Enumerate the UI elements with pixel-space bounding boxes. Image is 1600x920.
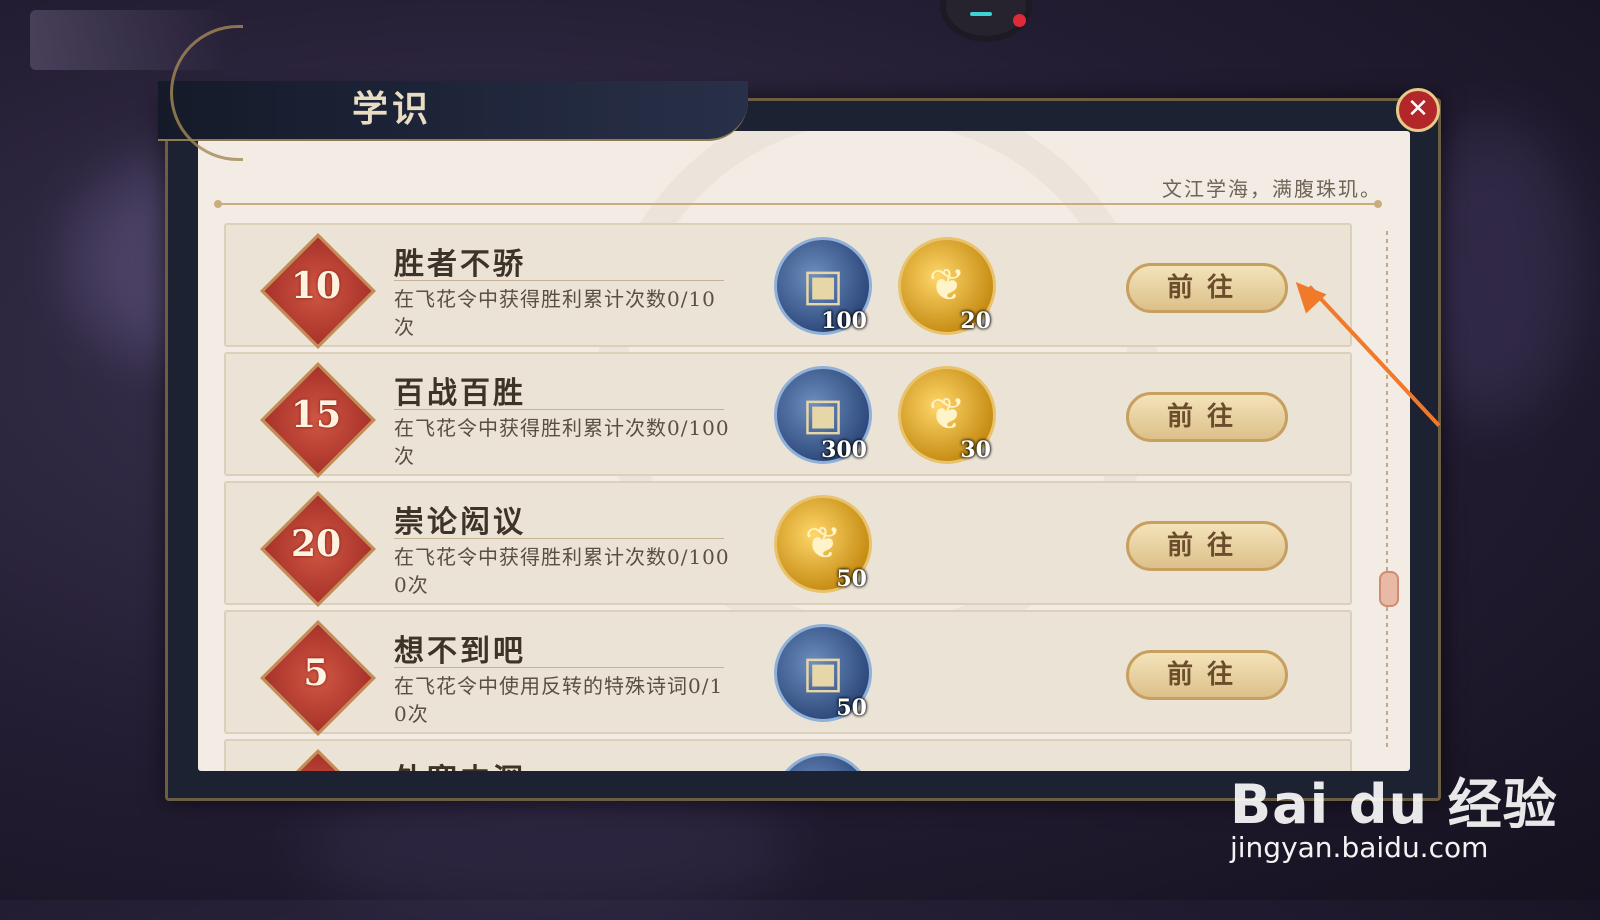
task-title: 胜者不骄 bbox=[394, 247, 526, 282]
badge-number: 5 bbox=[303, 652, 329, 694]
divider bbox=[214, 200, 1382, 208]
task-title: 外寒内深 bbox=[394, 755, 526, 771]
notification-dot bbox=[1013, 14, 1026, 27]
reward-item[interactable]: ❦ 30 bbox=[898, 366, 996, 464]
task-row: 10 胜者不骄 在飞花令中获得胜利累计次数0/10次 ▣ 100 ❦ 20 前往 bbox=[224, 223, 1352, 349]
watermark-url: jingyan.baidu.com bbox=[1230, 831, 1489, 864]
reward-item[interactable]: ▣ bbox=[774, 753, 872, 771]
task-row: 15 百战百胜 在飞花令中获得胜利累计次数0/100次 ▣ 300 ❦ 30 前… bbox=[224, 352, 1352, 478]
background-blur bbox=[300, 780, 800, 920]
go-button[interactable]: 前往 bbox=[1126, 392, 1288, 442]
level-badge: 10 bbox=[260, 233, 376, 349]
badge-number: 15 bbox=[290, 394, 342, 436]
scroll-bag-icon: ▣ bbox=[802, 389, 844, 440]
reward-item[interactable]: ❦ 20 bbox=[898, 237, 996, 335]
reward-count: 20 bbox=[960, 308, 991, 334]
task-description: 在飞花令中获得胜利累计次数0/10次 bbox=[394, 287, 716, 339]
achievement-dialog: 文江学海，满腹珠玑。 10 胜者不骄 在飞花令中获得胜利累计次数0/10次 ▣ … bbox=[158, 81, 1441, 801]
reward-count: 50 bbox=[836, 566, 867, 592]
title-underline bbox=[394, 409, 724, 410]
scrollbar-track[interactable] bbox=[1386, 231, 1388, 751]
reward-count: 300 bbox=[821, 437, 867, 463]
reward-count: 30 bbox=[960, 437, 991, 463]
task-row: 20 崇论闳议 在飞花令中获得胜利累计次数0/1000次 ❦ 50 前往 bbox=[224, 481, 1352, 607]
title-underline bbox=[394, 667, 724, 668]
level-badge: 15 bbox=[260, 362, 376, 478]
reward-item[interactable]: ▣ 100 bbox=[774, 237, 872, 335]
dialog-subtitle: 文江学海，满腹珠玑。 bbox=[1162, 177, 1382, 201]
watermark-logo: Bai du 经验 bbox=[1230, 773, 1558, 836]
task-description: 在飞花令中获得胜利累计次数0/1000次 bbox=[394, 545, 730, 597]
golden-feather-icon: ❦ bbox=[804, 518, 842, 569]
task-description: 在飞花令中使用反转的特殊诗词0/10次 bbox=[394, 674, 724, 726]
go-button[interactable]: 前往 bbox=[1126, 650, 1288, 700]
baidu-watermark: Bai du 经验 jingyan.baidu.com bbox=[1230, 760, 1558, 864]
task-row: 5 想不到吧 在飞花令中使用反转的特殊诗词0/10次 ▣ 50 前往 bbox=[224, 610, 1352, 736]
task-list: 10 胜者不骄 在飞花令中获得胜利累计次数0/10次 ▣ 100 ❦ 20 前往… bbox=[224, 223, 1352, 771]
scroll-bag-icon: ▣ bbox=[802, 260, 844, 311]
close-button[interactable]: ✕ bbox=[1396, 88, 1440, 132]
badge-number: 20 bbox=[290, 523, 342, 565]
task-title: 想不到吧 bbox=[394, 634, 526, 669]
scrollbar-thumb[interactable] bbox=[1379, 571, 1399, 607]
reward-count: 50 bbox=[836, 695, 867, 721]
reward-item[interactable]: ▣ 300 bbox=[774, 366, 872, 464]
reward-item[interactable]: ❦ 50 bbox=[774, 495, 872, 593]
task-row: 外寒内深 ▣ bbox=[224, 739, 1352, 771]
title-underline bbox=[394, 280, 724, 281]
task-description: 在飞花令中获得胜利累计次数0/100次 bbox=[394, 416, 730, 468]
task-title: 百战百胜 bbox=[394, 376, 526, 411]
go-button[interactable]: 前往 bbox=[1126, 263, 1288, 313]
golden-feather-icon: ❦ bbox=[928, 389, 966, 440]
dialog-content: 文江学海，满腹珠玑。 10 胜者不骄 在飞花令中获得胜利累计次数0/10次 ▣ … bbox=[198, 131, 1410, 771]
dialog-title: 学识 bbox=[352, 88, 433, 130]
reward-item[interactable]: ▣ 50 bbox=[774, 624, 872, 722]
badge-number: 10 bbox=[290, 265, 342, 307]
badge-diamond-icon bbox=[260, 749, 376, 771]
golden-feather-icon: ❦ bbox=[928, 260, 966, 311]
title-tab bbox=[158, 81, 748, 141]
scroll-bag-icon: ▣ bbox=[802, 647, 844, 698]
task-title: 崇论闳议 bbox=[394, 505, 526, 540]
title-underline bbox=[394, 538, 724, 539]
level-badge: 20 bbox=[260, 491, 376, 607]
level-badge bbox=[260, 749, 376, 771]
level-badge: 5 bbox=[260, 620, 376, 736]
reward-count: 100 bbox=[821, 308, 867, 334]
go-button[interactable]: 前往 bbox=[1126, 521, 1288, 571]
